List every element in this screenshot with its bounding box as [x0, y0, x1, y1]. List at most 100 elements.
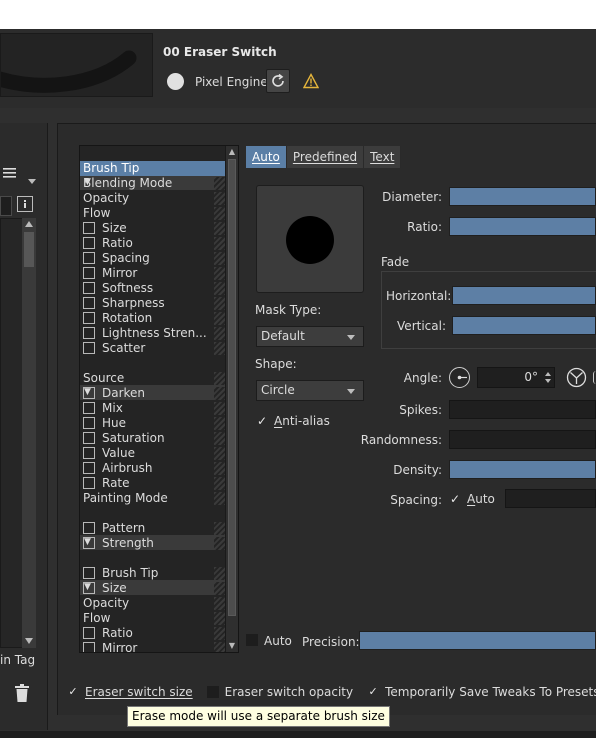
preset-list-scroll-thumb[interactable]: [24, 232, 34, 267]
option-checkbox[interactable]: [83, 581, 95, 594]
option-label: Darken: [102, 386, 146, 400]
spacing-field[interactable]: [505, 489, 596, 508]
tab-auto[interactable]: Auto: [246, 146, 287, 168]
option-checkbox[interactable]: [83, 626, 95, 639]
options-list-scrollbar[interactable]: ▲ ▼: [225, 146, 238, 652]
angle-lock-icon[interactable]: [566, 367, 587, 388]
options-list-item[interactable]: Rate: [80, 476, 226, 491]
option-checkbox[interactable]: [83, 566, 95, 579]
option-checkbox[interactable]: [83, 311, 95, 324]
eraser-opacity-checkbox[interactable]: [206, 686, 219, 698]
save-tweaks-option[interactable]: ✓ Temporarily Save Tweaks To Presets: [367, 685, 596, 699]
options-list-item[interactable]: Source: [80, 371, 226, 386]
options-list-item[interactable]: Lightness Stren...: [80, 326, 226, 341]
option-checkbox[interactable]: [83, 461, 95, 474]
brush-options-list[interactable]: ▼GeneralBrush TipBlending ModeOpacityFlo…: [79, 145, 239, 653]
spikes-field[interactable]: [449, 400, 596, 419]
tab-text[interactable]: Text: [364, 146, 402, 168]
auto-precision-checkbox[interactable]: [246, 634, 258, 646]
options-list-item[interactable]: Darken: [80, 386, 226, 401]
ratio-slider[interactable]: [449, 217, 596, 236]
option-checkbox[interactable]: [83, 641, 95, 652]
option-checkbox[interactable]: [83, 281, 95, 294]
eraser-opacity-option[interactable]: Eraser switch opacity: [206, 685, 353, 699]
option-checkbox[interactable]: [83, 521, 95, 534]
scroll-up-icon[interactable]: ▲: [227, 147, 237, 157]
spin-down-icon[interactable]: [545, 379, 551, 383]
options-list-item[interactable]: Ratio: [80, 236, 226, 251]
option-checkbox[interactable]: [83, 446, 95, 459]
trash-icon[interactable]: [14, 683, 30, 703]
option-checkbox[interactable]: [83, 386, 95, 399]
option-checkbox[interactable]: [83, 236, 95, 249]
options-list-item[interactable]: Painting Mode: [80, 491, 226, 506]
options-list-item[interactable]: Blending Mode: [80, 176, 226, 191]
option-checkbox[interactable]: [83, 401, 95, 414]
options-list-item[interactable]: Brush Tip: [80, 161, 226, 176]
eraser-size-checkbox[interactable]: ✓: [67, 686, 79, 698]
options-list-item[interactable]: Flow: [80, 206, 226, 221]
options-list-item[interactable]: Mirror: [80, 266, 226, 281]
options-list-item[interactable]: Mix: [80, 401, 226, 416]
options-list-item[interactable]: Brush Tip: [80, 566, 226, 581]
fade-vertical-slider[interactable]: [452, 316, 596, 335]
preset-list-scrollbar[interactable]: [22, 218, 36, 648]
options-list-item[interactable]: Rotation: [80, 311, 226, 326]
options-list-item[interactable]: Hue: [80, 416, 226, 431]
option-checkbox[interactable]: [83, 326, 95, 339]
menu-icon[interactable]: [3, 167, 16, 179]
option-label: Ratio: [102, 236, 133, 250]
reload-preset-button[interactable]: [266, 69, 290, 93]
options-list-item[interactable]: Softness: [80, 281, 226, 296]
option-checkbox[interactable]: [83, 416, 95, 429]
mask-type-value: Default: [261, 329, 305, 343]
option-checkbox[interactable]: [83, 221, 95, 234]
density-slider[interactable]: [449, 460, 596, 479]
precision-slider[interactable]: [359, 631, 596, 650]
angle-spinbox[interactable]: 0°: [477, 367, 555, 388]
diameter-slider[interactable]: [449, 187, 596, 206]
tag-filter-button[interactable]: [17, 196, 33, 212]
angle-dial[interactable]: [449, 367, 470, 388]
option-checkbox[interactable]: [83, 476, 95, 489]
fade-horizontal-slider[interactable]: [452, 286, 596, 305]
engine-radio[interactable]: [167, 73, 184, 90]
antialias-checkbox[interactable]: ✓: [257, 415, 269, 427]
options-list-item[interactable]: Saturation: [80, 431, 226, 446]
mask-type-combo[interactable]: Default: [256, 326, 364, 347]
eraser-size-option[interactable]: ✓ Eraser switch size: [67, 685, 192, 699]
tag-combo[interactable]: [0, 196, 12, 216]
options-scroll-thumb[interactable]: [228, 159, 236, 616]
randomness-field[interactable]: [449, 430, 596, 449]
option-checkbox[interactable]: [83, 266, 95, 279]
options-list-item[interactable]: Opacity: [80, 596, 226, 611]
option-label: Spacing: [102, 251, 150, 265]
options-list-item[interactable]: Size: [80, 581, 226, 596]
options-list-item[interactable]: Strength: [80, 536, 226, 551]
shape-combo[interactable]: Circle: [256, 380, 364, 401]
options-list-item[interactable]: Spacing: [80, 251, 226, 266]
scroll-down-icon[interactable]: [25, 638, 33, 644]
option-checkbox[interactable]: [83, 536, 95, 549]
scroll-down-icon[interactable]: ▼: [227, 641, 237, 651]
spacing-auto-checkbox[interactable]: ✓: [450, 493, 462, 505]
options-list-item[interactable]: Flow: [80, 611, 226, 626]
options-list-item[interactable]: Airbrush: [80, 461, 226, 476]
option-checkbox[interactable]: [83, 296, 95, 309]
options-list-item[interactable]: Opacity: [80, 191, 226, 206]
options-list-item[interactable]: Pattern: [80, 521, 226, 536]
option-checkbox[interactable]: [83, 251, 95, 264]
options-list-item[interactable]: Ratio: [80, 626, 226, 641]
tab-predefined[interactable]: Predefined: [287, 146, 365, 168]
save-tweaks-checkbox[interactable]: ✓: [367, 686, 379, 698]
options-list-item[interactable]: Scatter: [80, 341, 226, 356]
option-checkbox[interactable]: [83, 341, 95, 354]
option-checkbox[interactable]: [83, 431, 95, 444]
options-list-item[interactable]: Size: [80, 221, 226, 236]
spin-up-icon[interactable]: [545, 372, 551, 376]
options-list-item[interactable]: Value: [80, 446, 226, 461]
options-list-item[interactable]: Sharpness: [80, 296, 226, 311]
scroll-up-icon[interactable]: [25, 221, 33, 227]
options-list-item[interactable]: Mirror: [80, 641, 226, 652]
chevron-down-icon[interactable]: [28, 179, 36, 184]
